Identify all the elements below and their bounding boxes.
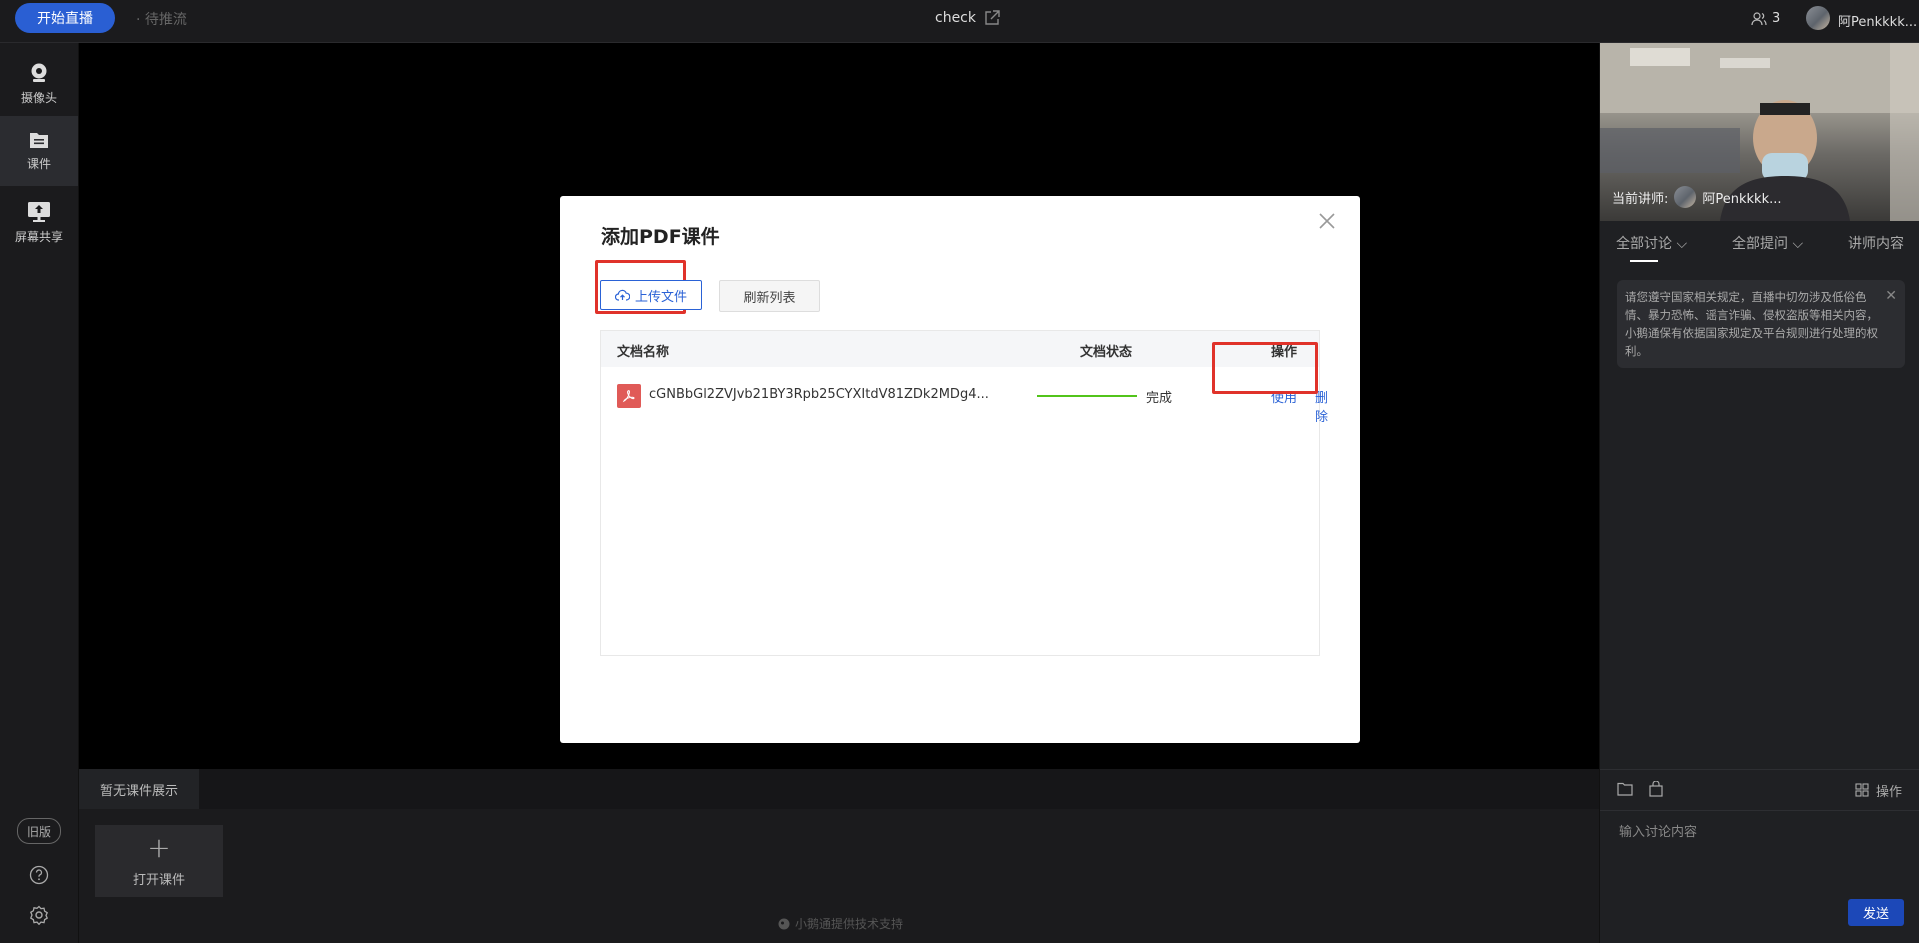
tab-label: 全部提问 [1732,236,1788,252]
room-title: check [935,10,976,26]
pdf-icon [617,384,641,408]
operations-label[interactable]: 操作 [1876,781,1902,800]
grid-icon[interactable] [1855,783,1869,797]
sidebar-item-label: 课件 [26,157,51,171]
compliance-notice: 请您遵守国家相关规定，直播中切勿涉及低俗色情、暴力恐怖、谣言诈骗、侵权盗版等相关… [1617,280,1905,368]
start-live-button[interactable]: 开始直播 [15,3,115,33]
active-tab-indicator [1630,260,1658,262]
screen-share-icon [28,202,50,222]
no-courseware-tab[interactable]: 暂无课件展示 [79,769,199,809]
camera-icon [31,63,47,82]
share-icon[interactable] [983,9,1001,27]
dialog-title: 添加PDF课件 [601,226,720,248]
upload-file-button[interactable]: 上传文件 [600,280,702,310]
tech-support: 小鹅通提供技术支持 [778,915,903,932]
add-pdf-dialog: 添加PDF课件 上传文件 刷新列表 文档名称 文档状态 操作 cGNBbGl2Z… [560,196,1360,743]
tab-all-discussion[interactable]: 全部讨论 ⌵ [1616,233,1687,253]
notice-text: 请您遵守国家相关规定，直播中切勿涉及低俗色情、暴力恐怖、谣言诈骗、侵权盗版等相关… [1625,290,1878,358]
lecturer-avatar [1674,186,1697,208]
tab-label: 全部讨论 [1616,236,1672,252]
sidebar-item-screen-share[interactable]: 屏幕共享 [0,188,78,258]
viewer-count: 3 [1772,11,1781,26]
chevron-down-icon: ⌵ [1792,236,1804,252]
chat-toolbar: 操作 [1600,769,1919,811]
upload-progress-bar [1037,395,1137,397]
users-icon [1751,12,1767,26]
chevron-down-icon: ⌵ [1676,236,1688,252]
discussion-input[interactable] [1617,820,1911,842]
close-icon[interactable]: ✕ [1885,288,1897,304]
settings-icon[interactable] [29,905,49,925]
ops-highlight-box [1212,342,1318,394]
folder-icon [30,133,48,148]
lecturer-name: 阿Penkkkk... [1702,191,1782,207]
cloud-upload-icon [614,289,630,301]
tab-all-questions[interactable]: 全部提问 ⌵ [1732,233,1803,253]
plus-icon: + [147,830,171,864]
column-status: 文档状态 [1080,345,1133,360]
courseware-strip [79,769,1599,809]
column-name: 文档名称 [617,345,670,360]
upload-progress-fill [1037,395,1137,397]
brand-logo-icon [778,918,790,929]
tech-support-text: 小鹅通提供技术支持 [795,917,904,931]
document-status: 完成 [1146,391,1173,406]
username[interactable]: 阿Penkkkk... [1838,11,1917,30]
current-lecturer: 当前讲师: 阿Penkkkk... [1612,186,1782,208]
sidebar-item-label: 屏幕共享 [14,230,63,244]
lecturer-label: 当前讲师: [1612,191,1669,207]
bag-icon[interactable] [1648,781,1664,797]
open-courseware-button[interactable]: + 打开课件 [95,825,223,897]
old-version-button[interactable]: 旧版 [17,818,61,844]
stream-status: · 待推流 [136,12,187,28]
folder-icon[interactable] [1617,782,1633,796]
sidebar-item-courseware[interactable]: 课件 [0,116,78,186]
sidebar-item-label: 摄像头 [20,91,57,105]
tab-label: 讲师内容 [1848,236,1904,252]
send-button[interactable]: 发送 [1848,899,1904,926]
upload-label: 上传文件 [634,289,687,305]
left-sidebar: 摄像头 课件 屏幕共享 [0,43,79,943]
sidebar-item-camera[interactable]: 摄像头 [0,49,78,119]
file-name: cGNBbGl2ZVJvb21BY3Rpb25CYXItdV81ZDk2MDg4… [649,387,989,402]
close-icon[interactable] [1316,210,1338,232]
help-icon[interactable] [29,865,49,885]
avatar[interactable] [1806,6,1830,30]
open-courseware-label: 打开课件 [132,872,185,888]
refresh-list-button[interactable]: 刷新列表 [719,280,820,312]
tab-lecturer-content[interactable]: 讲师内容 [1848,233,1904,253]
